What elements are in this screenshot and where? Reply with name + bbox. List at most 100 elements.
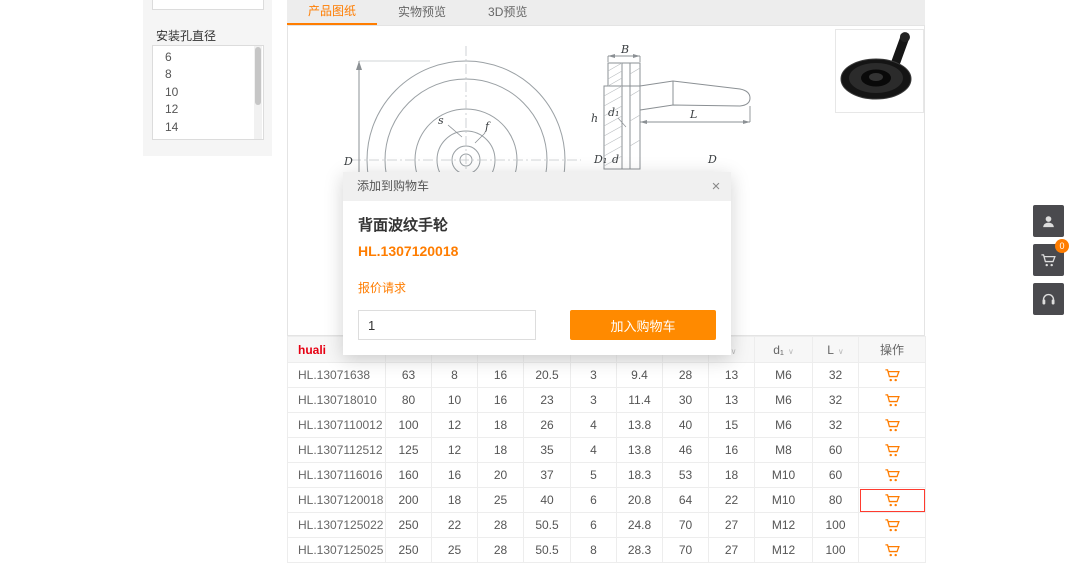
cart-button[interactable]: 0 — [1033, 244, 1064, 276]
page: 安装孔直径 68101214 产品图纸实物预览3D预览 — [0, 0, 1075, 563]
user-icon — [1040, 213, 1057, 230]
value-cell: 13 — [709, 363, 755, 388]
value-cell: 27 — [709, 538, 755, 563]
add-to-cart-cell[interactable] — [859, 488, 926, 513]
add-to-cart-cell[interactable] — [859, 463, 926, 488]
value-cell: 25 — [478, 488, 524, 513]
tab-3d-preview[interactable]: 3D预览 — [467, 0, 548, 25]
filter-options: 68101214 — [152, 45, 264, 140]
value-cell: 80 — [813, 488, 859, 513]
filter-panel: 安装孔直径 68101214 — [143, 0, 272, 156]
value-cell: 20.8 — [617, 488, 663, 513]
value-cell: 28 — [478, 513, 524, 538]
add-to-cart-icon — [884, 392, 901, 409]
value-cell: 100 — [813, 538, 859, 563]
filter-option-6[interactable]: 6 — [153, 49, 263, 66]
table-header-9[interactable]: d₁∨ — [755, 337, 813, 363]
product-photo[interactable] — [835, 29, 924, 113]
value-cell: M10 — [755, 488, 813, 513]
value-cell: 15 — [709, 413, 755, 438]
value-cell: 5 — [571, 463, 617, 488]
value-cell: 18.3 — [617, 463, 663, 488]
modal-title: 添加到购物车 — [357, 179, 429, 193]
add-to-cart-button[interactable]: 加入购物车 — [570, 310, 716, 340]
model-cell: HL.13071638 — [288, 363, 386, 388]
value-cell: 25 — [432, 538, 478, 563]
modal-controls: 加入购物车 — [358, 310, 716, 340]
product-code: HL.1307120018 — [358, 243, 716, 259]
value-cell: 13.8 — [617, 413, 663, 438]
filter-option-8[interactable]: 8 — [153, 66, 263, 83]
filter-list-scrollbar[interactable] — [254, 46, 262, 139]
modal-body: 背面波纹手轮 HL.1307120018 报价请求 加入购物车 — [343, 201, 731, 340]
value-cell: 20.5 — [524, 363, 571, 388]
product-table: huali∨d₁∨L∨操作 HL.130716386381620.539.428… — [287, 336, 926, 563]
table-row: HL.1307125022250222850.5624.87027M12100 — [288, 513, 926, 538]
value-cell: 22 — [709, 488, 755, 513]
table-body: HL.130716386381620.539.42813M632HL.13071… — [288, 363, 926, 563]
value-cell: 13.8 — [617, 438, 663, 463]
value-cell: 28 — [478, 538, 524, 563]
value-cell: 6 — [571, 513, 617, 538]
value-cell: M6 — [755, 413, 813, 438]
value-cell: 100 — [813, 513, 859, 538]
value-cell: 30 — [663, 388, 709, 413]
value-cell: 3 — [571, 363, 617, 388]
previous-filter-box — [152, 0, 264, 10]
add-to-cart-cell[interactable] — [859, 538, 926, 563]
table-row: HL.13071801080101623311.43013M632 — [288, 388, 926, 413]
filter-option-10[interactable]: 10 — [153, 84, 263, 101]
value-cell: M6 — [755, 363, 813, 388]
scrollbar-thumb-icon[interactable] — [255, 47, 261, 105]
table-row: HL.1307125025250252850.5828.37027M12100 — [288, 538, 926, 563]
add-to-cart-cell[interactable] — [859, 438, 926, 463]
sort-caret-icon: ∨ — [788, 347, 794, 356]
modal-header: 添加到购物车 × — [343, 172, 731, 201]
table-header-10[interactable]: L∨ — [813, 337, 859, 363]
value-cell: 16 — [478, 388, 524, 413]
value-cell: 16 — [709, 438, 755, 463]
tab-product-drawing[interactable]: 产品图纸 — [287, 0, 377, 25]
dim-label-D-front: D — [343, 155, 353, 168]
tab-physical-preview[interactable]: 实物预览 — [377, 0, 467, 25]
add-to-cart-cell[interactable] — [859, 413, 926, 438]
value-cell: 11.4 — [617, 388, 663, 413]
filter-title: 安装孔直径 — [156, 27, 216, 44]
model-cell: HL.130718010 — [288, 388, 386, 413]
floating-toolbar: 0 — [1033, 205, 1064, 322]
value-cell: M12 — [755, 513, 813, 538]
add-to-cart-cell[interactable] — [859, 388, 926, 413]
value-cell: 18 — [709, 463, 755, 488]
value-cell: M6 — [755, 388, 813, 413]
value-cell: 60 — [813, 438, 859, 463]
value-cell: 18 — [478, 413, 524, 438]
user-button[interactable] — [1033, 205, 1064, 237]
add-to-cart-icon — [884, 442, 901, 459]
quantity-input[interactable] — [358, 310, 536, 340]
filter-option-12[interactable]: 12 — [153, 101, 263, 118]
support-button[interactable] — [1033, 283, 1064, 315]
headset-icon — [1040, 291, 1057, 308]
value-cell: 37 — [524, 463, 571, 488]
value-cell: 64 — [663, 488, 709, 513]
close-icon[interactable]: × — [701, 172, 731, 201]
tab-bar: 产品图纸实物预览3D预览 — [287, 0, 925, 25]
value-cell: 32 — [813, 388, 859, 413]
value-cell: 200 — [386, 488, 432, 513]
value-cell: 10 — [432, 388, 478, 413]
value-cell: M10 — [755, 463, 813, 488]
add-to-cart-cell[interactable] — [859, 513, 926, 538]
add-to-cart-icon — [884, 517, 901, 534]
value-cell: 4 — [571, 413, 617, 438]
value-cell: 40 — [524, 488, 571, 513]
filter-option-14[interactable]: 14 — [153, 119, 263, 136]
value-cell: 3 — [571, 388, 617, 413]
value-cell: 8 — [432, 363, 478, 388]
value-cell: 70 — [663, 513, 709, 538]
table-row: HL.130716386381620.539.42813M632 — [288, 363, 926, 388]
add-to-cart-cell[interactable] — [859, 363, 926, 388]
quote-request-link[interactable]: 报价请求 — [358, 279, 406, 296]
value-cell: 20 — [478, 463, 524, 488]
value-cell: 100 — [386, 413, 432, 438]
value-cell: 125 — [386, 438, 432, 463]
